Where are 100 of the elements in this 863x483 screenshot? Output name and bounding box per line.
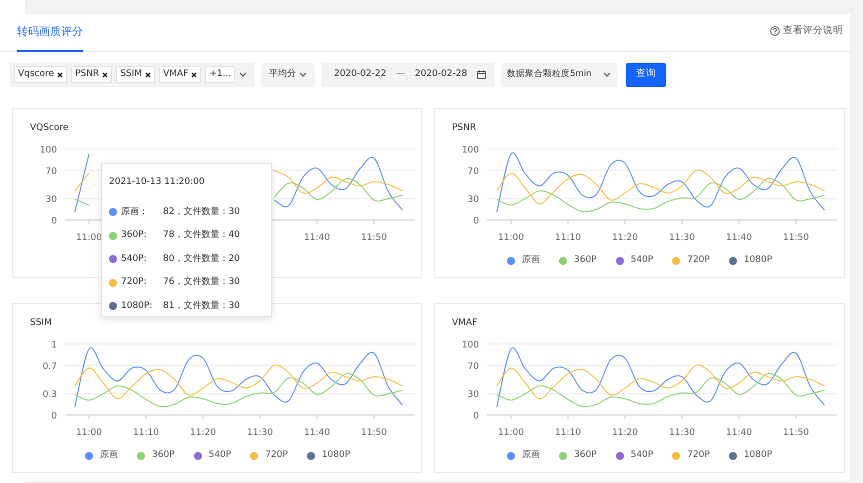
legend-label: 360P (574, 254, 597, 267)
y-tick-label: 30 (468, 195, 479, 206)
tooltip-label: 540P: (121, 252, 148, 266)
legend-label: 540P (630, 449, 654, 462)
x-tick-label: 11:50 (783, 233, 809, 243)
tooltip-title: 2021-10-13 11:20:00 (109, 176, 206, 189)
legend-label: 720P (687, 254, 710, 267)
caret-icon (239, 72, 248, 77)
legend-item[interactable]: 540P (194, 449, 232, 462)
legend-item[interactable]: 720P (672, 254, 710, 268)
tooltip-value: 80，文件数量：20 (163, 252, 240, 266)
y-tick-label: 70 (468, 166, 479, 177)
legend-label: 原画 (522, 449, 540, 462)
legend-item[interactable]: 360P (559, 254, 597, 268)
x-tick-label: 11:20 (190, 428, 216, 438)
y-tick-label: 1 (51, 340, 57, 350)
tab[interactable]: 转码画质评分 (17, 24, 83, 52)
x-tick-label: 11:40 (304, 428, 330, 438)
tooltip-label: 720P: (121, 276, 148, 289)
calendar-icon (476, 70, 486, 79)
tooltip-label: 360P: (121, 229, 148, 242)
close-icon (145, 72, 152, 78)
x-tick-label: 11:20 (612, 428, 638, 438)
legend-label: 540P (630, 254, 654, 267)
x-tick-label: 11:20 (612, 233, 638, 243)
chart-title: PSNR (452, 122, 476, 135)
y-tick-label: 100 (462, 146, 479, 156)
tooltip-label: 1080P: (121, 300, 154, 312)
x-tick-label: 11:40 (304, 233, 330, 243)
metric-tag[interactable]: SSIM (116, 66, 156, 83)
chart-title: VQScore (30, 122, 68, 135)
granularity-select[interactable]: 数据聚合颗粒度5min (501, 62, 617, 86)
aggregate-select[interactable]: 平均分 (261, 62, 315, 86)
legend-label: 原画 (100, 449, 118, 462)
x-tick-label: 11:40 (726, 233, 752, 243)
x-tick-label: 11:30 (669, 233, 695, 243)
legend-label: 原画 (522, 254, 540, 267)
y-tick-label: 30 (46, 195, 57, 206)
x-tick-label: 11:50 (361, 233, 387, 243)
legend-item[interactable]: 原画 (85, 449, 118, 462)
x-tick-label: 11:30 (669, 428, 695, 438)
start-date: 2020-02-22 (334, 68, 386, 81)
chart-title: SSIM (30, 317, 52, 330)
y-tick-label: 0 (473, 412, 479, 422)
y-tick-label: 100 (462, 340, 479, 350)
y-tick-label: 0 (51, 216, 57, 226)
tooltip-value: 78，文件数量：40 (163, 229, 240, 242)
metric-tag[interactable]: PSNR (71, 66, 112, 83)
close-icon (191, 72, 198, 78)
tooltip-value: 76，文件数量：30 (163, 276, 240, 289)
help-link[interactable]: 查看评分说明 (770, 24, 843, 51)
tooltip-value: 82，文件数量：30 (163, 206, 240, 218)
legend-item[interactable]: 360P (137, 449, 175, 462)
help-icon (770, 26, 780, 36)
metric-tag[interactable]: Vqscore (14, 66, 68, 83)
legend-label: 720P (687, 449, 710, 462)
y-tick-label: 0.7 (42, 362, 57, 372)
caret-icon (299, 72, 307, 77)
legend-label: 540P (208, 449, 232, 462)
date-separator: — (396, 68, 406, 81)
y-tick-label: 70 (468, 362, 479, 372)
x-tick-label: 11:00 (498, 428, 524, 438)
legend-item[interactable]: 720P (672, 449, 710, 462)
legend-label: 1080P (744, 254, 772, 267)
legend-label: 360P (574, 449, 597, 462)
tooltip-value: 81，文件数量：30 (163, 300, 240, 312)
y-tick-label: 0 (473, 216, 479, 226)
legend-item[interactable]: 1080P (728, 449, 772, 462)
legend-item[interactable]: 360P (559, 449, 597, 462)
legend-label: 1080P (744, 449, 772, 462)
x-tick-label: 11:50 (361, 428, 387, 438)
caret-icon (603, 72, 611, 77)
legend-item[interactable]: 1080P (728, 254, 772, 268)
legend-label: 1080P (322, 449, 350, 462)
legend-item[interactable]: 1080P (306, 449, 350, 462)
close-icon (102, 72, 108, 78)
legend-item[interactable]: 540P (616, 254, 654, 268)
more-tag: +1... (205, 66, 236, 83)
x-tick-label: 11:00 (76, 428, 102, 438)
y-tick-label: 0.3 (42, 390, 57, 400)
y-tick-label: 0 (51, 412, 57, 422)
legend-item[interactable]: 原画 (507, 254, 540, 268)
x-tick-label: 11:10 (133, 428, 159, 438)
query-button[interactable]: 查询 (626, 62, 666, 86)
metric-select[interactable]: Vqscore PSNR SSIM VMAF +1... (10, 62, 254, 86)
x-tick-label: 11:50 (783, 428, 809, 438)
legend-item[interactable]: 540P (616, 449, 654, 462)
legend-item[interactable]: 原画 (507, 449, 540, 462)
metric-tag[interactable]: VMAF (159, 66, 202, 83)
x-tick-label: 11:00 (76, 233, 102, 243)
date-range-field[interactable]: 2020-02-22 — 2020-02-28 (322, 62, 494, 86)
y-tick-label: 30 (468, 390, 479, 400)
x-tick-label: 11:00 (498, 233, 524, 243)
x-tick-label: 11:40 (726, 428, 752, 438)
tooltip-label: 原画： (121, 206, 149, 218)
legend-item[interactable]: 720P (250, 449, 288, 462)
end-date: 2020-02-28 (414, 68, 468, 81)
legend-label: 360P (152, 449, 175, 462)
x-tick-label: 11:30 (247, 428, 273, 438)
x-tick-label: 11:10 (555, 428, 581, 438)
